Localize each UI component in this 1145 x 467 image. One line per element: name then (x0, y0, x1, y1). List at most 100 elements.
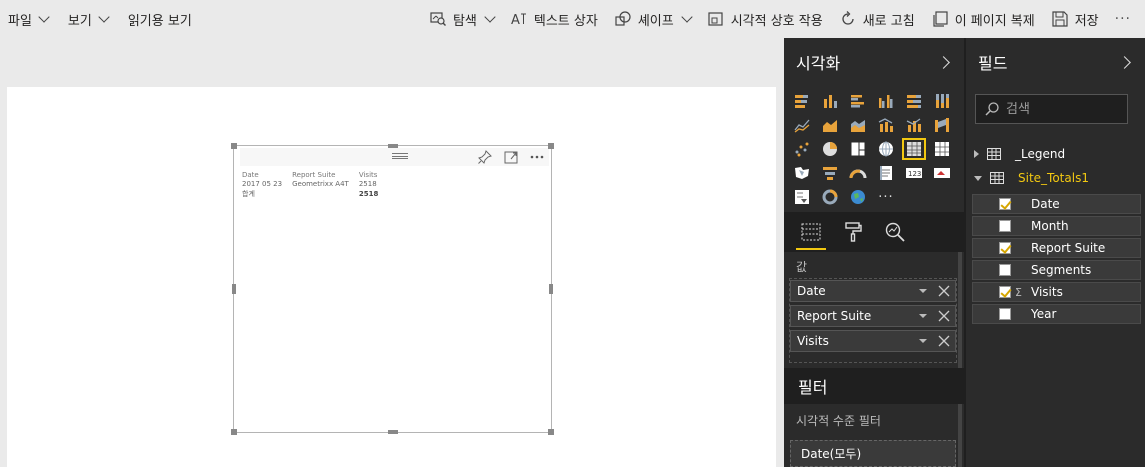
chevron-down-icon[interactable] (919, 314, 927, 318)
resize-handle[interactable] (231, 429, 237, 435)
field-row-report-suite[interactable]: Report Suite (972, 238, 1141, 258)
pin-icon[interactable] (477, 149, 493, 165)
menu-file-label: 파일 (8, 13, 32, 29)
line-chart-icon[interactable] (790, 114, 814, 136)
report-page[interactable]: Date Report Suite Visits 2017 05 23 Geom… (7, 87, 776, 467)
map-icon[interactable] (874, 138, 898, 160)
kpi-icon[interactable] (930, 162, 954, 184)
stacked-bar-chart-icon[interactable] (790, 90, 814, 112)
filled-map-icon[interactable] (790, 162, 814, 184)
save-icon (1052, 11, 1068, 27)
resize-handle[interactable] (232, 284, 236, 294)
filter-item-label: Date(모두) (801, 447, 862, 461)
scatter-chart-icon[interactable] (790, 138, 814, 160)
save-button[interactable]: 저장 (1043, 0, 1107, 38)
donut-chart-icon[interactable] (818, 186, 842, 208)
100-stacked-bar-chart-icon[interactable] (902, 90, 926, 112)
duplicate-page-button[interactable]: 이 페이지 복제 (923, 0, 1043, 38)
remove-field-icon[interactable] (937, 284, 951, 298)
shapes-button[interactable]: 셰이프 (606, 0, 699, 38)
more-options-icon[interactable] (529, 149, 545, 165)
table-item-site-totals[interactable]: Site_Totals1 (974, 167, 1089, 189)
field-row-segments[interactable]: Segments (972, 260, 1141, 280)
card-icon[interactable]: 123 (902, 162, 926, 184)
remove-field-icon[interactable] (937, 309, 951, 323)
focus-mode-icon[interactable] (503, 149, 519, 165)
field-checkbox[interactable] (999, 308, 1011, 320)
visual-interactions-button[interactable]: 시각적 상호 작용 (699, 0, 831, 38)
clustered-bar-chart-icon[interactable] (846, 90, 870, 112)
multi-row-card-icon[interactable] (874, 162, 898, 184)
textbox-button[interactable]: A 텍스트 상자 (502, 0, 606, 38)
resize-handle[interactable] (548, 429, 554, 435)
column-header[interactable]: Date (242, 171, 292, 180)
menu-reading-view[interactable]: 읽기용 보기 (118, 0, 202, 38)
paint-roller-icon (845, 222, 862, 242)
table-item-legend[interactable]: _Legend (974, 143, 1065, 165)
explore-button[interactable]: 탐색 (421, 0, 502, 38)
svg-text:123: 123 (908, 170, 921, 178)
area-chart-icon[interactable] (818, 114, 842, 136)
menu-view[interactable]: 보기 (58, 0, 118, 38)
value-well-item-visits[interactable]: Visits (790, 330, 956, 352)
table-visual[interactable]: Date Report Suite Visits 2017 05 23 Geom… (231, 143, 554, 435)
interactions-icon (708, 12, 723, 26)
table-row[interactable]: 2017 05 23 Geometrixx A4T 2518 (242, 180, 388, 189)
resize-handle[interactable] (388, 144, 398, 148)
field-checkbox[interactable] (999, 198, 1011, 210)
funnel-icon[interactable] (818, 162, 842, 184)
stacked-column-chart-icon[interactable] (818, 90, 842, 112)
field-row-year[interactable]: Year (972, 304, 1141, 324)
remove-field-icon[interactable] (937, 334, 951, 348)
collapse-arrow-icon[interactable] (974, 175, 982, 181)
resize-handle[interactable] (388, 430, 398, 434)
menu-file[interactable]: 파일 (0, 0, 58, 38)
value-well-item-report-suite[interactable]: Report Suite (790, 305, 956, 327)
filter-item-date[interactable]: Date(모두) (790, 440, 956, 467)
matrix-icon[interactable] (930, 138, 954, 160)
fields-search-box[interactable] (975, 94, 1128, 124)
slicer-icon[interactable] (790, 186, 814, 208)
field-row-month[interactable]: Month (972, 216, 1141, 236)
chevron-down-icon[interactable] (919, 339, 927, 343)
table-visual-icon[interactable] (902, 138, 926, 160)
collapse-chevron-icon[interactable] (937, 55, 950, 69)
tab-format[interactable] (840, 217, 866, 247)
refresh-button[interactable]: 새로 고침 (831, 0, 923, 38)
column-header[interactable]: Report Suite (292, 171, 359, 180)
value-well-label: Date (797, 284, 826, 298)
column-header[interactable]: Visits (359, 171, 388, 180)
treemap-icon[interactable] (846, 138, 870, 160)
search-input[interactable] (1006, 101, 1116, 117)
globe-icon[interactable] (846, 186, 870, 208)
field-checkbox[interactable] (999, 220, 1011, 232)
chevron-down-icon[interactable] (919, 289, 927, 293)
value-well-item-date[interactable]: Date (790, 280, 956, 302)
more-visuals-icon[interactable]: ··· (874, 186, 898, 208)
ribbon-chart-icon[interactable] (930, 114, 954, 136)
pane-scrollbar[interactable] (958, 252, 962, 467)
100-stacked-column-chart-icon[interactable] (930, 90, 954, 112)
field-checkbox[interactable] (999, 242, 1011, 254)
expand-arrow-icon[interactable] (974, 150, 979, 158)
tab-fields[interactable] (796, 217, 826, 250)
pie-chart-icon[interactable] (818, 138, 842, 160)
line-clustered-column-chart-icon[interactable] (874, 114, 898, 136)
field-checkbox[interactable] (999, 286, 1011, 298)
stacked-area-chart-icon[interactable] (846, 114, 870, 136)
gauge-icon[interactable] (846, 162, 870, 184)
line-stacked-column-chart-icon[interactable] (902, 114, 926, 136)
resize-handle[interactable] (549, 284, 553, 294)
field-row-date[interactable]: Date (972, 194, 1141, 214)
clustered-column-chart-icon[interactable] (874, 90, 898, 112)
collapse-chevron-icon[interactable] (1118, 55, 1131, 69)
value-well-label: Report Suite (797, 309, 872, 323)
resize-handle[interactable] (231, 143, 237, 149)
chevron-down-icon (681, 11, 693, 23)
drag-grip-icon[interactable] (392, 153, 408, 159)
more-options-button[interactable]: ··· (1107, 0, 1145, 38)
field-checkbox[interactable] (999, 264, 1011, 276)
resize-handle[interactable] (548, 143, 554, 149)
tab-analytics[interactable] (882, 217, 908, 247)
field-row-visits[interactable]: Σ Visits (972, 282, 1141, 302)
